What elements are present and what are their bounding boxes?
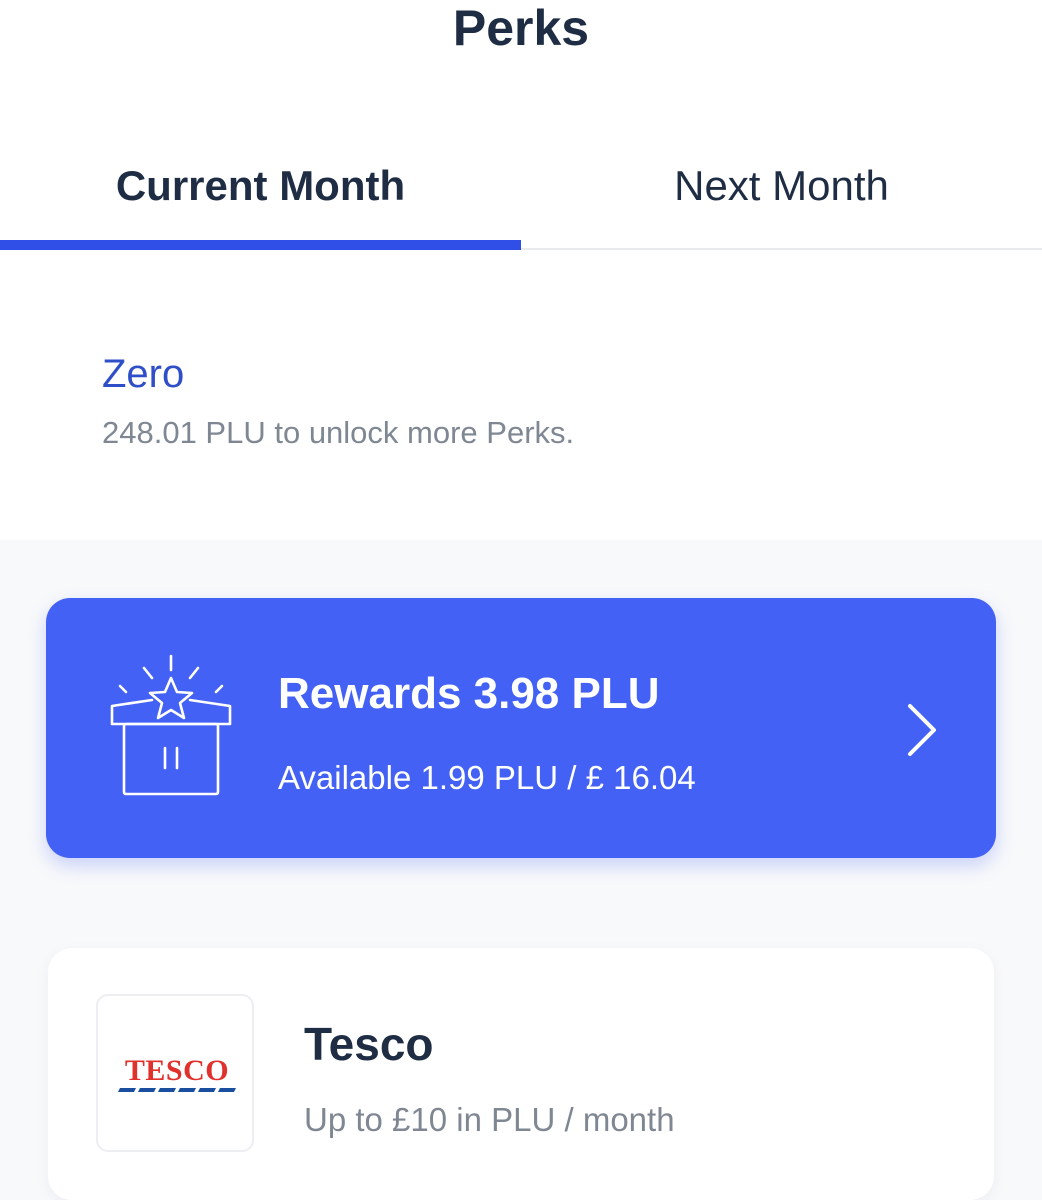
chevron-right-icon xyxy=(908,704,936,756)
perk-name: Tesco xyxy=(304,1018,434,1070)
tab-selected-indicator xyxy=(0,240,521,250)
level-unlock-text: 248.01 PLU to unlock more Perks. xyxy=(102,415,575,450)
level-name: Zero xyxy=(102,352,185,396)
tab-current-month-label: Current Month xyxy=(115,162,406,209)
gift-star-icon xyxy=(110,654,232,796)
tesco-logo: TESCO xyxy=(96,994,254,1152)
perk-card-tesco[interactable]: TESCO Tesco Up to £10 in PLU / month xyxy=(48,948,994,1200)
tab-next-month-label: Next Month xyxy=(674,162,889,209)
tab-next-month[interactable]: Next Month xyxy=(521,140,1042,250)
tesco-logo-image: TESCO xyxy=(118,1054,236,1092)
perk-description: Up to £10 in PLU / month xyxy=(304,1101,675,1138)
rewards-available: Available 1.99 PLU / £ 16.04 xyxy=(278,759,696,796)
page-title: Perks xyxy=(452,0,590,56)
tab-current-month[interactable]: Current Month xyxy=(0,140,521,250)
rewards-title: Rewards 3.98 PLU xyxy=(278,669,660,718)
svg-text:TESCO: TESCO xyxy=(125,1054,229,1087)
header-section: Perks Current Month Next Month Zero 248.… xyxy=(0,0,1042,540)
rewards-card[interactable]: Rewards 3.98 PLU Available 1.99 PLU / £ … xyxy=(46,598,996,858)
tab-bar: Current Month Next Month xyxy=(0,140,1042,250)
